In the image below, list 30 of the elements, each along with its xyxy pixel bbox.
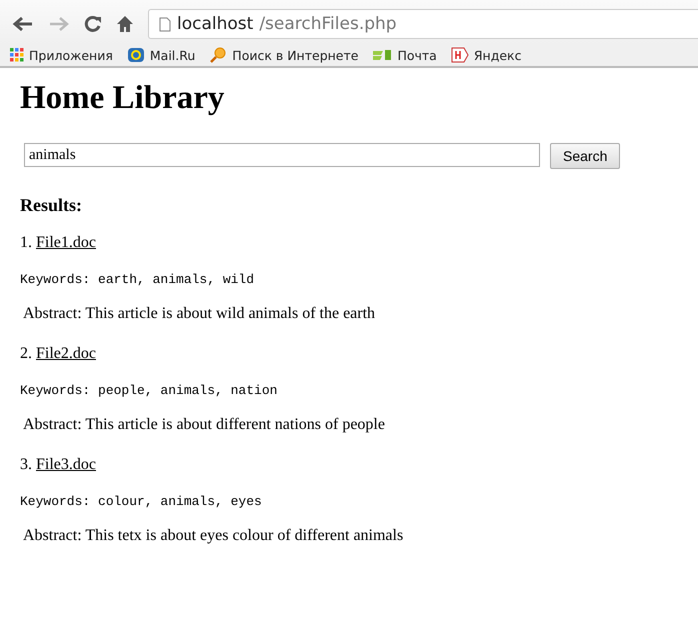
grid-icon: [10, 48, 24, 62]
result-number: 1.: [20, 234, 32, 251]
result-number: 3.: [20, 456, 32, 473]
file-link[interactable]: File1.doc: [36, 234, 96, 251]
search-field[interactable]: animals: [24, 143, 540, 167]
bookmark-link[interactable]: Mail.Ru: [150, 48, 196, 62]
magnifier-icon: [209, 47, 228, 63]
url-host: localhost: [177, 14, 254, 34]
abstract-text: Abstract: This article is about different nations of people: [23, 416, 386, 434]
page-title: Home Library: [20, 80, 226, 117]
keywords-text: Keywords: people, animals, nation: [20, 383, 278, 398]
search-button[interactable]: Search: [550, 143, 620, 169]
file-link[interactable]: File2.doc: [36, 345, 96, 362]
bookmark-link[interactable]: Почта: [397, 48, 437, 62]
bookmark-link[interactable]: Поиск в Интернете: [232, 48, 358, 62]
result-number: 2.: [20, 345, 32, 362]
url-path: /searchFiles.php: [259, 14, 397, 34]
back-icon[interactable]: [12, 16, 34, 32]
results-heading: Results:: [20, 195, 83, 216]
home-icon[interactable]: [116, 15, 134, 33]
keywords-text: Keywords: earth, animals, wild: [20, 272, 256, 287]
reload-icon[interactable]: [84, 15, 102, 33]
abstract-text: Abstract: This article is about wild animals of the earth: [23, 305, 376, 323]
file-link[interactable]: File3.doc: [36, 456, 96, 473]
bookmark-link[interactable]: Яндекс: [474, 48, 522, 62]
address-bar[interactable]: localhost /searchFiles.php: [148, 9, 698, 39]
keywords-text: Keywords: colour, animals, eyes: [20, 494, 263, 509]
bookmark-link[interactable]: Приложения: [29, 48, 113, 62]
page-icon: [159, 16, 171, 32]
abstract-text: Abstract: This tetx is about eyes colour of different animals: [23, 527, 404, 545]
